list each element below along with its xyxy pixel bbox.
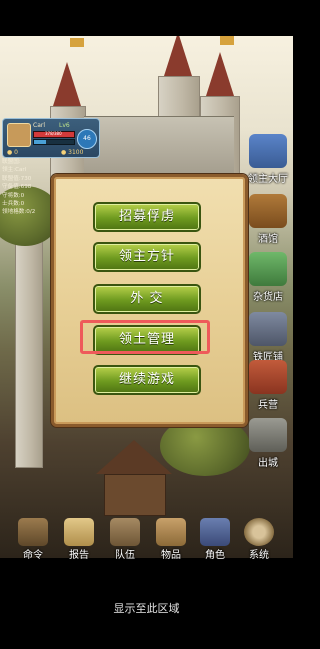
side-nav-label: 杂货店: [253, 292, 283, 303]
tavern-icon: [249, 194, 287, 228]
side-nav-shop[interactable]: 杂货店: [246, 252, 290, 303]
command-icon: [18, 518, 48, 546]
side-nav-lord-hall[interactable]: 领主大厅: [246, 134, 290, 185]
gold-coin-icon: ●: [7, 149, 13, 156]
bottom-nav-items[interactable]: 物品: [150, 518, 192, 561]
territory-info-list: 联盟国: 领主:Carl 联盟值:730 守备值:698 守将数:0 士兵数:0…: [2, 158, 44, 217]
info-line: 领地格数:0/2: [2, 209, 36, 216]
side-nav-label: 领主大厅: [248, 174, 288, 185]
bottom-nav-character[interactable]: 角色: [194, 518, 236, 561]
selection-highlight: [80, 320, 210, 354]
barracks-icon: [249, 360, 287, 394]
coin-right-value: 3100: [68, 149, 84, 156]
bottom-nav-system[interactable]: 系统: [238, 518, 280, 561]
house: [104, 474, 166, 516]
side-nav-barracks[interactable]: 兵营: [246, 360, 290, 411]
exp-bar-fill: [34, 140, 46, 144]
side-nav-label: 兵营: [258, 400, 278, 411]
bottom-nav-label: 系统: [249, 550, 269, 561]
bottom-nav-label: 报告: [69, 550, 89, 561]
info-line: 士兵数:0: [2, 201, 25, 208]
character-icon: [200, 518, 230, 546]
items-icon: [156, 518, 186, 546]
bottom-nav-team[interactable]: 队伍: [104, 518, 146, 561]
display-area-caption: 显示至此区域: [113, 602, 180, 615]
bottom-nav-command[interactable]: 命令: [12, 518, 54, 561]
player-badge[interactable]: 46: [77, 129, 97, 149]
side-nav-label: 出城: [258, 458, 278, 469]
side-nav-blacksmith[interactable]: 铁匠铺: [246, 312, 290, 363]
info-line: 联盟值:730: [2, 175, 32, 182]
report-icon: [64, 518, 94, 546]
side-nav-city-gate[interactable]: 出城: [246, 418, 290, 469]
player-level: Lv6: [59, 122, 70, 129]
blacksmith-icon: [249, 312, 287, 346]
bottom-nav-report[interactable]: 报告: [58, 518, 100, 561]
player-avatar[interactable]: [7, 123, 31, 147]
info-line: 守备值:698: [2, 184, 32, 191]
info-line: 守将数:0: [2, 192, 25, 199]
player-name: Carl: [33, 122, 45, 129]
hp-text: 378/380: [45, 131, 62, 136]
silver-coin-icon: ●: [61, 149, 67, 156]
city-gate-icon: [249, 418, 287, 452]
house-roof: [96, 440, 172, 474]
system-gear-icon: [244, 518, 274, 546]
coin-left-value: 0: [14, 149, 18, 156]
info-line: 联盟国:: [2, 159, 21, 165]
exp-bar: [33, 139, 75, 145]
bottom-nav-label: 命令: [23, 550, 43, 561]
continue-game-button[interactable]: 继续游戏: [93, 365, 201, 395]
castle-hall-icon: [249, 134, 287, 168]
info-line: 领主:Carl: [2, 167, 27, 174]
tower-roof-mid: [164, 36, 192, 76]
player-status-panel[interactable]: Carl Lv6 378/380 46 ● 0 ● 3100: [2, 118, 100, 158]
diplomacy-button[interactable]: 外 交: [93, 284, 201, 314]
castle-tower-far-left: [15, 236, 43, 468]
shop-icon: [249, 252, 287, 286]
tower-flag-left: [70, 38, 84, 47]
coin-count-left: ● 0: [7, 149, 18, 156]
tower-roof-left: [53, 62, 81, 106]
side-nav-tavern[interactable]: 酒馆: [246, 194, 290, 245]
tower-roof-right: [206, 52, 234, 96]
bottom-nav-label: 物品: [161, 550, 181, 561]
side-nav-label: 酒馆: [258, 234, 278, 245]
coin-count-right: ● 3100: [61, 149, 83, 156]
bottom-nav-label: 角色: [205, 550, 225, 561]
tower-flag-right: [220, 36, 234, 45]
lord-policy-button[interactable]: 领主方针: [93, 242, 201, 272]
bottom-nav-label: 队伍: [115, 550, 135, 561]
team-icon: [110, 518, 140, 546]
recruit-prisoners-button[interactable]: 招募俘虏: [93, 202, 201, 232]
